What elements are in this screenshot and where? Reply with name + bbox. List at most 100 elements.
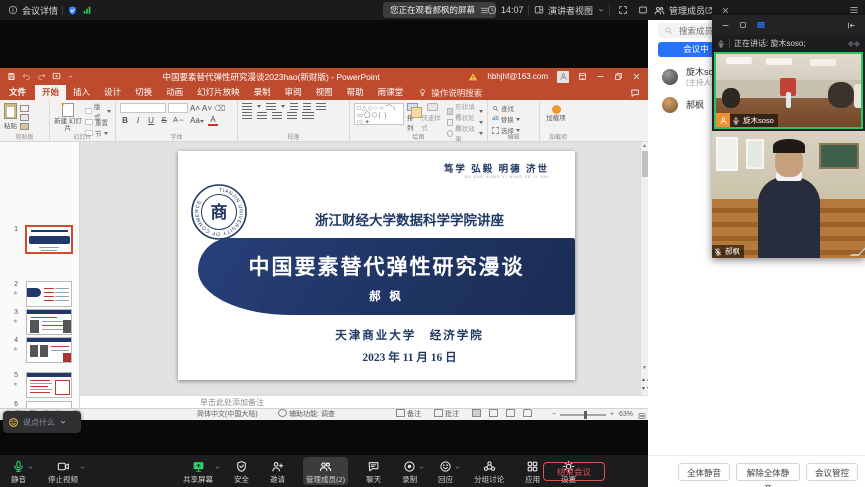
- record-button[interactable]: 录制: [399, 457, 420, 485]
- close-members-icon[interactable]: [723, 8, 728, 13]
- share-screen-button[interactable]: 共享屏幕: [180, 457, 216, 485]
- scrollbar-thumb[interactable]: [642, 151, 648, 177]
- qat-customize-icon[interactable]: [69, 76, 72, 77]
- char-spacing-button[interactable]: A⇔: [172, 117, 186, 124]
- new-slide-button[interactable]: ✶ 新建 幻灯片: [54, 103, 82, 132]
- line-spacing-button[interactable]: [316, 103, 326, 110]
- paste-button[interactable]: 粘贴: [4, 103, 17, 132]
- find-button[interactable]: 查找: [492, 103, 535, 113]
- watching-screen-banner[interactable]: 您正在观看郝枫的屏幕: [383, 2, 496, 18]
- tellme-search[interactable]: 操作说明搜索: [418, 87, 482, 99]
- tab-rain-classroom[interactable]: 雨课堂: [371, 85, 411, 100]
- ribbon-options-icon[interactable]: [580, 74, 586, 80]
- chevron-up-icon[interactable]: [456, 467, 459, 468]
- manage-members-button[interactable]: 管理成员(2): [303, 457, 348, 485]
- slide-canvas[interactable]: 笃学 弘毅 明德 济世 DU XUE HONG YI MING DE JI SH…: [178, 151, 575, 380]
- chevron-up-icon[interactable]: [81, 467, 84, 468]
- reset-button[interactable]: 重置: [85, 117, 111, 127]
- mute-button[interactable]: 静音: [8, 457, 29, 485]
- redo-icon[interactable]: [39, 74, 45, 79]
- align-right-button[interactable]: [272, 112, 282, 119]
- restore-icon[interactable]: [616, 74, 622, 80]
- accessibility-status[interactable]: 辅助功能: 调查: [278, 409, 335, 421]
- quick-styles-button[interactable]: 快速样式: [421, 103, 444, 132]
- end-meeting-button[interactable]: 结束会议: [543, 462, 605, 481]
- slide-scrollbar[interactable]: ▲ ▼ ▲▲ ▼▼: [640, 142, 648, 395]
- save-icon[interactable]: [9, 74, 14, 80]
- tab-review[interactable]: 审阅: [278, 85, 309, 100]
- apps-button[interactable]: 应用: [522, 457, 543, 485]
- unmute-all-button[interactable]: 解除全体静音: [736, 463, 800, 481]
- slide-thumbnail-2[interactable]: [26, 281, 72, 307]
- slide-thumbnail-3[interactable]: [26, 309, 72, 335]
- italic-button[interactable]: I: [133, 116, 143, 125]
- view-slideshow-button[interactable]: [523, 409, 534, 421]
- breakout-rooms-button[interactable]: 分组讨论: [471, 457, 507, 485]
- meeting-control-dropdown[interactable]: 会议管控 ▾: [806, 463, 858, 481]
- change-case-button[interactable]: Aa: [189, 116, 205, 125]
- zoom-in-button[interactable]: +: [610, 409, 614, 421]
- tab-transitions[interactable]: 切换: [128, 85, 159, 100]
- chevron-up-icon[interactable]: [216, 467, 219, 468]
- shapes-gallery[interactable]: □△◇○☆⌒\ ▭〇⬡{ }⇨✦: [354, 103, 404, 125]
- say-something-placeholder[interactable]: 说点什么: [23, 417, 55, 428]
- indent-button[interactable]: [303, 103, 311, 110]
- reaction-quick-bar[interactable]: 说点什么: [3, 411, 81, 433]
- slide-thumbnail-5[interactable]: [26, 372, 72, 398]
- view-normal-button[interactable]: [472, 409, 483, 421]
- tab-slideshow[interactable]: 幻灯片放映: [190, 85, 247, 100]
- account-email[interactable]: hbhjhf@163.com: [487, 72, 548, 81]
- replace-button[interactable]: ab替换: [492, 114, 535, 124]
- underline-button[interactable]: U: [146, 116, 156, 125]
- zoom-slider[interactable]: [560, 414, 606, 416]
- strikethrough-button[interactable]: S: [159, 116, 169, 125]
- arrange-button[interactable]: 排列: [407, 103, 418, 132]
- align-left-button[interactable]: [242, 112, 252, 119]
- panel-maximize-icon[interactable]: [740, 23, 745, 28]
- columns-button[interactable]: [302, 112, 314, 119]
- notes-toggle[interactable]: 备注: [396, 409, 421, 421]
- float-window-icon[interactable]: [640, 7, 647, 13]
- meeting-details[interactable]: 会议详情: [8, 0, 92, 20]
- previous-slide-icon[interactable]: ▲▲: [641, 377, 648, 383]
- panel-layout-icon[interactable]: [757, 22, 765, 28]
- addins-button[interactable]: 加载项: [544, 103, 568, 132]
- chevron-up-icon[interactable]: [29, 467, 32, 468]
- font-name-select[interactable]: [120, 103, 166, 113]
- clear-format-button[interactable]: ⌫: [214, 104, 224, 113]
- notes-pane[interactable]: 单击此处添加备注: [80, 395, 648, 408]
- layout-button[interactable]: 版式: [85, 106, 111, 116]
- reactions-button[interactable]: 回应: [435, 457, 456, 485]
- chat-button[interactable]: 聊天: [363, 457, 384, 485]
- shrink-font-button[interactable]: A˅: [202, 104, 212, 113]
- video-tile-haofeng[interactable]: 郝枫: [712, 131, 865, 258]
- slide-thumbnail-1[interactable]: [25, 225, 73, 254]
- video-tile-room[interactable]: 旋木soso: [714, 52, 863, 129]
- mute-all-button[interactable]: 全体静音: [678, 463, 730, 481]
- numbering-button[interactable]: [266, 103, 276, 110]
- view-mode-switcher[interactable]: 演讲者视图: [534, 0, 610, 20]
- popout-icon[interactable]: [706, 7, 712, 13]
- floating-video-panel[interactable]: 正在讲话: 旋木soso; ◆◆ 旋木soso: [712, 15, 865, 258]
- font-color-button[interactable]: A: [208, 115, 218, 126]
- stop-video-button[interactable]: 停止视频: [45, 457, 81, 485]
- language-indicator[interactable]: 简体中文(中国大陆): [197, 409, 258, 421]
- warning-icon[interactable]: [469, 73, 477, 80]
- account-avatar[interactable]: [557, 71, 569, 83]
- panel-collapse-icon[interactable]: [849, 22, 855, 27]
- view-reading-button[interactable]: [506, 409, 517, 421]
- grow-font-button[interactable]: A˄: [190, 104, 200, 113]
- cut-icon[interactable]: [20, 105, 29, 112]
- invite-button[interactable]: 邀请: [267, 457, 288, 485]
- tab-help[interactable]: 帮助: [340, 85, 371, 100]
- comments-toggle[interactable]: 批注: [434, 409, 459, 421]
- zoom-percent[interactable]: 63%: [619, 409, 633, 421]
- ppt-close-icon[interactable]: [634, 74, 639, 79]
- align-center-button[interactable]: [257, 112, 267, 119]
- bullets-button[interactable]: [242, 103, 252, 110]
- security-button[interactable]: 安全: [231, 457, 252, 485]
- fullscreen-icon[interactable]: [620, 7, 627, 14]
- next-slide-icon[interactable]: ▼▼: [641, 386, 648, 392]
- tab-insert[interactable]: 插入: [66, 85, 97, 100]
- tab-view[interactable]: 视图: [309, 85, 340, 100]
